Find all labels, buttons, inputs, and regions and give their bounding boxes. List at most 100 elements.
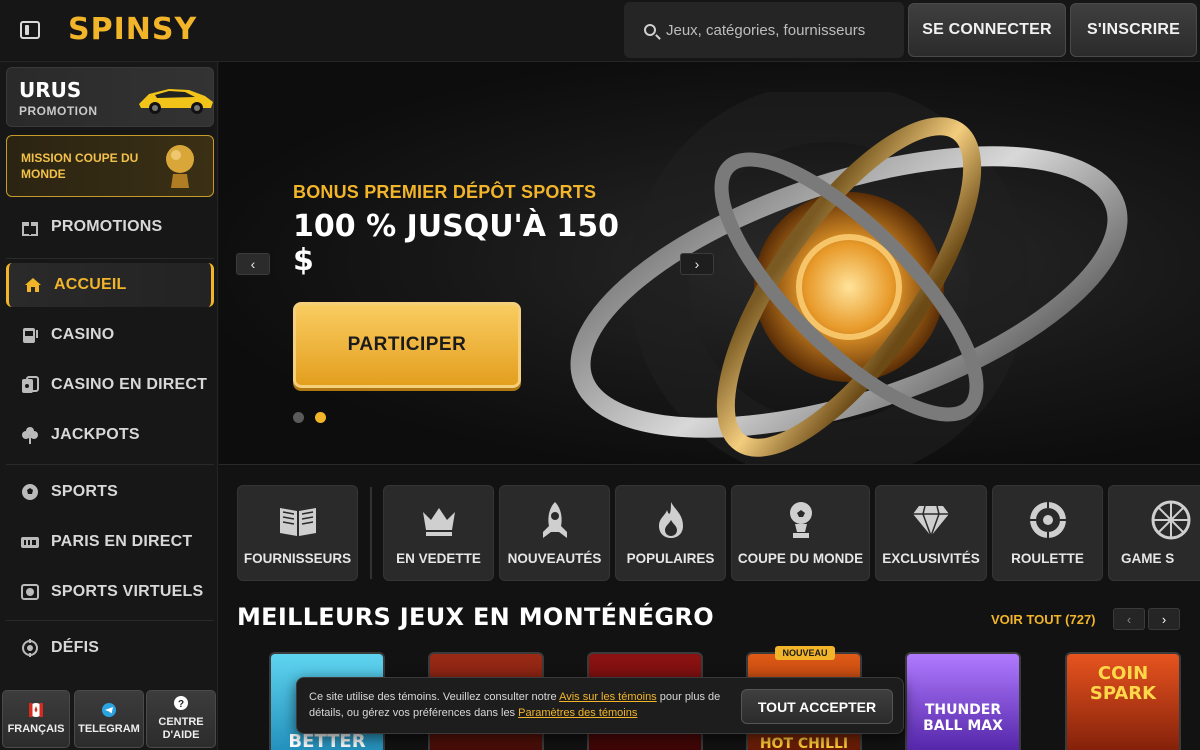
category-label: ROULETTE bbox=[1011, 551, 1084, 566]
sidebar-item-accueil[interactable]: ACCUEIL bbox=[6, 263, 214, 307]
sidebar-item-label: SPORTS VIRTUELS bbox=[51, 583, 204, 600]
challenge-icon bbox=[21, 639, 39, 657]
sidebar-item-paris-en-direct[interactable]: PARIS EN DIRECT bbox=[6, 520, 214, 564]
book-icon bbox=[279, 508, 316, 536]
games-next-button[interactable]: › bbox=[1148, 608, 1180, 630]
sidebar-item-casino-en-direct[interactable]: CASINO EN DIRECT bbox=[6, 363, 214, 407]
signup-button[interactable]: S'INSCRIRE bbox=[1070, 3, 1197, 57]
sidebar-item-label: CASINO EN DIRECT bbox=[51, 376, 208, 393]
cookie-text-part: Ce site utilise des témoins. Veuillez co… bbox=[309, 691, 560, 703]
game-card[interactable]: COIN SPARK bbox=[1065, 652, 1181, 750]
logo[interactable]: SPINSY bbox=[68, 12, 197, 47]
sidebar-item-label: JACKPOTS bbox=[51, 426, 140, 443]
help-icon: ? bbox=[174, 696, 188, 710]
sidebar-item-sports-virtuels[interactable]: SPORTS VIRTUELS bbox=[6, 570, 214, 614]
game-title: BETTER bbox=[288, 731, 366, 750]
sidebar-item-casino[interactable]: CASINO bbox=[6, 313, 214, 357]
help-center-label: CENTRE D'AIDE bbox=[158, 716, 204, 741]
promo-mission-banner[interactable]: MISSION COUPE DU MONDE bbox=[6, 135, 214, 197]
category-fournisseurs[interactable]: FOURNISSEURS bbox=[237, 485, 358, 581]
category-game-shows[interactable]: GAME S bbox=[1108, 485, 1200, 581]
category-roulette[interactable]: ROULETTE bbox=[992, 485, 1103, 581]
sidebar-item-label: PARIS EN DIRECT bbox=[51, 533, 193, 550]
top-bar: SPINSY SE CONNECTER S'INSCRIRE bbox=[0, 0, 1200, 62]
slot-machine-icon bbox=[21, 326, 39, 344]
help-center-button[interactable]: ? CENTRE D'AIDE bbox=[146, 690, 216, 748]
gift-icon bbox=[21, 218, 39, 236]
sidebar-item-label: PROMOTIONS bbox=[51, 218, 163, 235]
clover-icon bbox=[21, 426, 39, 444]
telegram-button[interactable]: TELEGRAM bbox=[74, 690, 144, 748]
sidebar-item-label: ACCUEIL bbox=[54, 276, 127, 293]
category-label: GAME S bbox=[1121, 551, 1175, 566]
golden-orbit-artwork bbox=[570, 92, 1128, 464]
promo-urus-subtitle: PROMOTION bbox=[19, 104, 98, 118]
sidebar-item-label: DÉFIS bbox=[51, 639, 100, 656]
telegram-label: TELEGRAM bbox=[78, 722, 140, 735]
hero-banner: BONUS PREMIER DÉPÔT SPORTS 100 % JUSQU'À… bbox=[219, 62, 1200, 465]
games-prev-button[interactable]: ‹ bbox=[1113, 608, 1145, 630]
sidebar-item-label: CASINO bbox=[51, 326, 115, 343]
hero-next-button[interactable]: › bbox=[680, 253, 714, 275]
live-casino-icon bbox=[21, 376, 39, 394]
car-icon bbox=[139, 89, 213, 114]
login-button[interactable]: SE CONNECTER bbox=[908, 3, 1066, 57]
cookie-settings-link[interactable]: Paramètres des témoins bbox=[518, 707, 637, 719]
category-label: EN VEDETTE bbox=[396, 551, 481, 566]
sidebar-item-defis[interactable]: DÉFIS bbox=[6, 626, 214, 670]
canada-flag-icon bbox=[29, 702, 43, 717]
cookie-notice-link[interactable]: Avis sur les témoins bbox=[559, 691, 657, 703]
divider bbox=[6, 464, 214, 465]
sidebar-item-promotions[interactable]: PROMOTIONS bbox=[6, 205, 214, 249]
category-exclusivites[interactable]: EXCLUSIVITÉS bbox=[875, 485, 987, 581]
promo-mission-title: MISSION COUPE DU MONDE bbox=[21, 151, 139, 181]
crown-icon bbox=[422, 508, 455, 536]
divider bbox=[370, 487, 372, 579]
trophy-icon bbox=[789, 502, 812, 538]
virtual-sports-icon bbox=[21, 583, 39, 601]
category-nouveautes[interactable]: NOUVEAUTÉS bbox=[499, 485, 610, 581]
category-label: NOUVEAUTÉS bbox=[507, 551, 602, 566]
sidebar-bottom-buttons: FRANÇAIS TELEGRAM ? CENTRE D'AIDE bbox=[2, 690, 216, 748]
rocket-icon bbox=[542, 502, 567, 538]
telegram-icon bbox=[102, 702, 116, 717]
search-icon bbox=[644, 24, 656, 36]
sidebar-item-sports[interactable]: SPORTS bbox=[6, 470, 214, 514]
roulette-icon bbox=[1029, 502, 1066, 538]
promo-urus-title: URUS bbox=[19, 78, 82, 102]
category-label: COUPE DU MONDE bbox=[737, 551, 864, 566]
live-badge-icon bbox=[21, 533, 39, 551]
category-label: EXCLUSIVITÉS bbox=[882, 551, 980, 566]
diamond-icon bbox=[913, 505, 949, 539]
sidebar: URUS PROMOTION MISSION COUPE DU MONDE PR… bbox=[0, 62, 218, 750]
category-populaires[interactable]: POPULAIRES bbox=[615, 485, 726, 581]
category-label: FOURNISSEURS bbox=[243, 551, 352, 566]
hero-slide-dot[interactable] bbox=[293, 412, 304, 423]
section-title: MEILLEURS JEUX EN MONTÉNÉGRO bbox=[237, 603, 714, 631]
game-card[interactable]: THUNDER BALL MAX bbox=[905, 652, 1021, 750]
hero-slide-dot-active[interactable] bbox=[315, 412, 326, 423]
accept-all-cookies-button[interactable]: TOUT ACCEPTER bbox=[741, 689, 893, 724]
divider bbox=[6, 258, 214, 259]
search-input[interactable] bbox=[666, 16, 894, 44]
cookie-text: Ce site utilise des témoins. Veuillez co… bbox=[309, 689, 729, 721]
language-button[interactable]: FRANÇAIS bbox=[2, 690, 70, 748]
game-title: HOT CHILLI bbox=[759, 736, 849, 750]
see-all-link[interactable]: VOIR TOUT (727) bbox=[991, 612, 1096, 627]
sidebar-toggle-icon[interactable] bbox=[20, 21, 40, 39]
promo-urus-banner[interactable]: URUS PROMOTION bbox=[6, 67, 214, 127]
game-title: THUNDER BALL MAX bbox=[923, 702, 1003, 734]
golden-ball-trophy-icon bbox=[166, 145, 194, 188]
category-en-vedette[interactable]: EN VEDETTE bbox=[383, 485, 494, 581]
category-label: POPULAIRES bbox=[626, 551, 715, 566]
language-label: FRANÇAIS bbox=[7, 722, 65, 735]
category-coupe-du-monde[interactable]: COUPE DU MONDE bbox=[731, 485, 870, 581]
hero-prev-button[interactable]: ‹ bbox=[236, 253, 270, 275]
game-show-icon bbox=[1151, 500, 1191, 540]
sidebar-item-jackpots[interactable]: JACKPOTS bbox=[6, 413, 214, 457]
participate-button[interactable]: PARTICIPER bbox=[293, 302, 521, 388]
new-badge: NOUVEAU bbox=[775, 646, 835, 660]
search-box[interactable] bbox=[624, 2, 904, 58]
game-title: COIN SPARK bbox=[1089, 663, 1157, 704]
flame-icon bbox=[658, 502, 683, 538]
